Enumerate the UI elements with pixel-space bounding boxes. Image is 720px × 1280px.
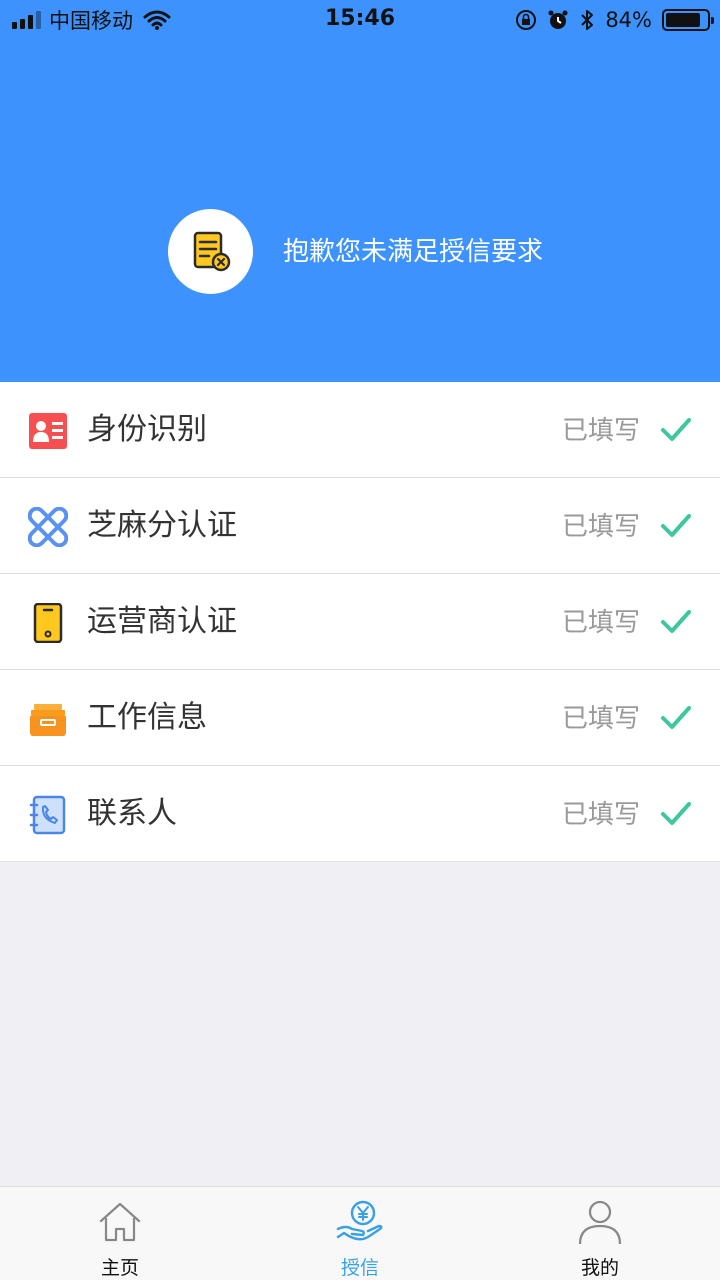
result-header: 抱歉您未满足授信要求: [0, 40, 720, 382]
list-item-status: 已填写: [561, 512, 640, 542]
check-icon: [661, 514, 691, 537]
check-icon: [661, 610, 691, 633]
list-item-status: 已填写: [561, 416, 640, 446]
list-item-label: 运营商认证: [87, 604, 237, 639]
battery-percent: 84%: [605, 8, 652, 32]
list-item-label: 芝麻分认证: [87, 508, 237, 543]
user-icon: [578, 1200, 622, 1245]
bluetooth-icon: [581, 10, 594, 30]
briefcase-icon: [30, 704, 66, 736]
list-item-label: 身份识别: [87, 412, 207, 447]
list-item-label: 联系人: [87, 796, 177, 831]
list-item-status: 已填写: [561, 800, 640, 830]
document-rejected-icon: [193, 231, 230, 271]
tab-label: 主页: [100, 1257, 139, 1279]
status-bar: 中国移动 15:46 84%: [0, 0, 720, 40]
tab-mine[interactable]: 我的: [480, 1187, 720, 1280]
tab-label: 我的: [580, 1257, 619, 1279]
tab-label: 授信: [340, 1257, 379, 1279]
home-icon: [99, 1202, 141, 1242]
list-item-status: 已填写: [561, 704, 640, 734]
list-item-contacts[interactable]: 联系人 已填写: [0, 766, 720, 862]
tab-bar: 主页 授信 我的: [0, 1186, 720, 1280]
list-item-work[interactable]: 工作信息 已填写: [0, 670, 720, 766]
contacts-book-icon: [29, 795, 66, 835]
list-item-status: 已填写: [561, 608, 640, 638]
id-card-icon: [29, 413, 67, 449]
check-icon: [661, 802, 691, 825]
battery-icon: [662, 9, 714, 31]
verification-list: 身份识别 已填写 芝麻分认证 已填写 运营商认证 已填写 工作信息 已填写 联系…: [0, 382, 720, 862]
orientation-lock-icon: [516, 10, 537, 30]
battery-level: [666, 13, 700, 27]
status-right: 84%: [515, 6, 714, 34]
list-item-identity[interactable]: 身份识别 已填写: [0, 382, 720, 478]
header-message: 抱歉您未满足授信要求: [283, 237, 544, 267]
list-item-carrier[interactable]: 运营商认证 已填写: [0, 574, 720, 670]
phone-icon: [33, 603, 63, 643]
check-icon: [661, 706, 691, 729]
list-item-sesame[interactable]: 芝麻分认证 已填写: [0, 478, 720, 574]
credit-hand-icon: [336, 1200, 383, 1241]
header-badge: [168, 209, 253, 294]
list-item-label: 工作信息: [87, 700, 207, 735]
tab-home[interactable]: 主页: [0, 1187, 240, 1280]
alarm-icon: [548, 10, 568, 29]
check-icon: [661, 418, 691, 441]
sesame-icon: [28, 507, 68, 547]
tab-credit[interactable]: 授信: [240, 1187, 480, 1280]
